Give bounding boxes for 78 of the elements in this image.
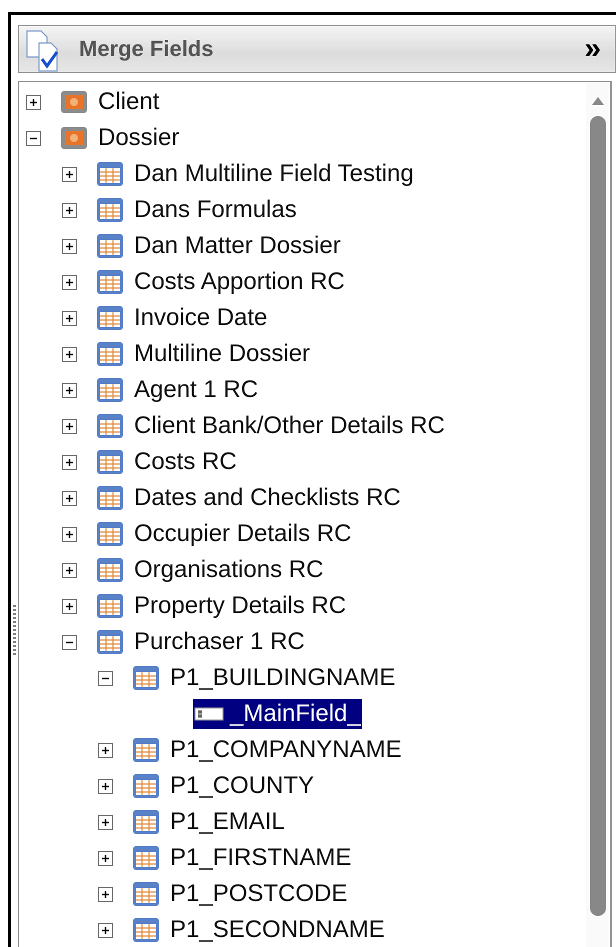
tree-item[interactable]: Client Bank/Other Details RC [133,411,446,441]
table-icon [131,916,161,944]
panel-title: Merge Fields [79,36,214,62]
expand-toggle[interactable] [62,562,77,578]
scroll-up-icon[interactable] [591,96,605,106]
table-icon [95,196,125,224]
table-icon [95,628,125,656]
table-icon [95,448,125,476]
expand-toggle[interactable] [26,94,41,110]
expand-toggle[interactable] [62,202,77,218]
tree-item[interactable]: P1_POSTCODE [169,879,348,909]
tree-item[interactable]: Dan Multiline Field Testing [133,159,415,189]
folder-icon [59,88,89,116]
tree-item[interactable]: Dan Matter Dossier [133,231,342,261]
expand-toggle[interactable] [98,778,113,794]
tree-item[interactable]: Dans Formulas [133,195,298,225]
tree-item[interactable]: Agent 1 RC [133,375,260,405]
expand-toggle[interactable] [62,310,77,326]
tree-item[interactable]: Dossier [97,123,180,153]
collapse-toggle[interactable] [62,634,77,650]
tree-item[interactable]: P1_SECONDNAME [169,915,386,945]
table-icon [95,520,125,548]
tree-item[interactable]: Multiline Dossier [133,339,312,369]
expand-toggle[interactable] [62,526,77,542]
tree-item[interactable]: P1_COMPANYNAME [169,735,403,765]
expand-toggle[interactable] [98,886,113,902]
table-icon [131,880,161,908]
tree-item[interactable]: Property Details RC [133,591,348,621]
field-icon [194,706,224,722]
expand-toggle[interactable] [62,454,77,470]
collapse-button[interactable]: » [580,34,605,64]
table-icon [131,808,161,836]
collapse-toggle[interactable] [98,670,113,686]
tree-item[interactable]: P1_COUNTY [169,771,316,801]
table-icon [95,160,125,188]
expand-toggle[interactable] [98,814,113,830]
table-icon [131,664,161,692]
tree-item[interactable]: Costs Apportion RC [133,267,346,297]
expand-toggle[interactable] [62,166,77,182]
table-icon [131,844,161,872]
expand-toggle[interactable] [98,922,113,938]
expand-toggle[interactable] [62,490,77,506]
expand-toggle[interactable] [62,274,77,290]
table-icon [95,484,125,512]
scrollbar[interactable] [586,82,610,947]
expand-toggle[interactable] [62,382,77,398]
table-icon [95,268,125,296]
tree-item[interactable]: Costs RC [133,447,238,477]
resize-grip[interactable] [13,605,16,655]
tree-item[interactable]: Purchaser 1 RC [133,627,306,657]
expand-toggle[interactable] [62,598,77,614]
table-icon [95,232,125,260]
tree-item[interactable]: Occupier Details RC [133,519,352,549]
scroll-thumb[interactable] [590,116,606,916]
collapse-toggle[interactable] [26,130,41,146]
expand-toggle[interactable] [62,238,77,254]
tree-item[interactable]: Client [97,87,160,117]
table-icon [95,304,125,332]
table-icon [95,592,125,620]
tree-item[interactable]: Organisations RC [133,555,324,585]
tree-item[interactable]: P1_BUILDINGNAME [169,663,396,693]
table-icon [95,376,125,404]
tree-item[interactable]: P1_FIRSTNAME [169,843,352,873]
document-check-icon [25,29,61,73]
table-icon [131,736,161,764]
table-icon [95,412,125,440]
table-icon [95,556,125,584]
tree-item[interactable]: Dates and Checklists RC [133,483,402,513]
tree-item[interactable]: Invoice Date [133,303,268,333]
folder-icon [59,124,89,152]
expand-toggle[interactable] [98,850,113,866]
expand-toggle[interactable] [62,418,77,434]
tree-item[interactable]: P1_EMAIL [169,807,286,837]
tree-item[interactable]: _MainField_ [193,699,362,729]
table-icon [95,340,125,368]
expand-toggle[interactable] [62,346,77,362]
expand-toggle[interactable] [98,742,113,758]
table-icon [131,772,161,800]
